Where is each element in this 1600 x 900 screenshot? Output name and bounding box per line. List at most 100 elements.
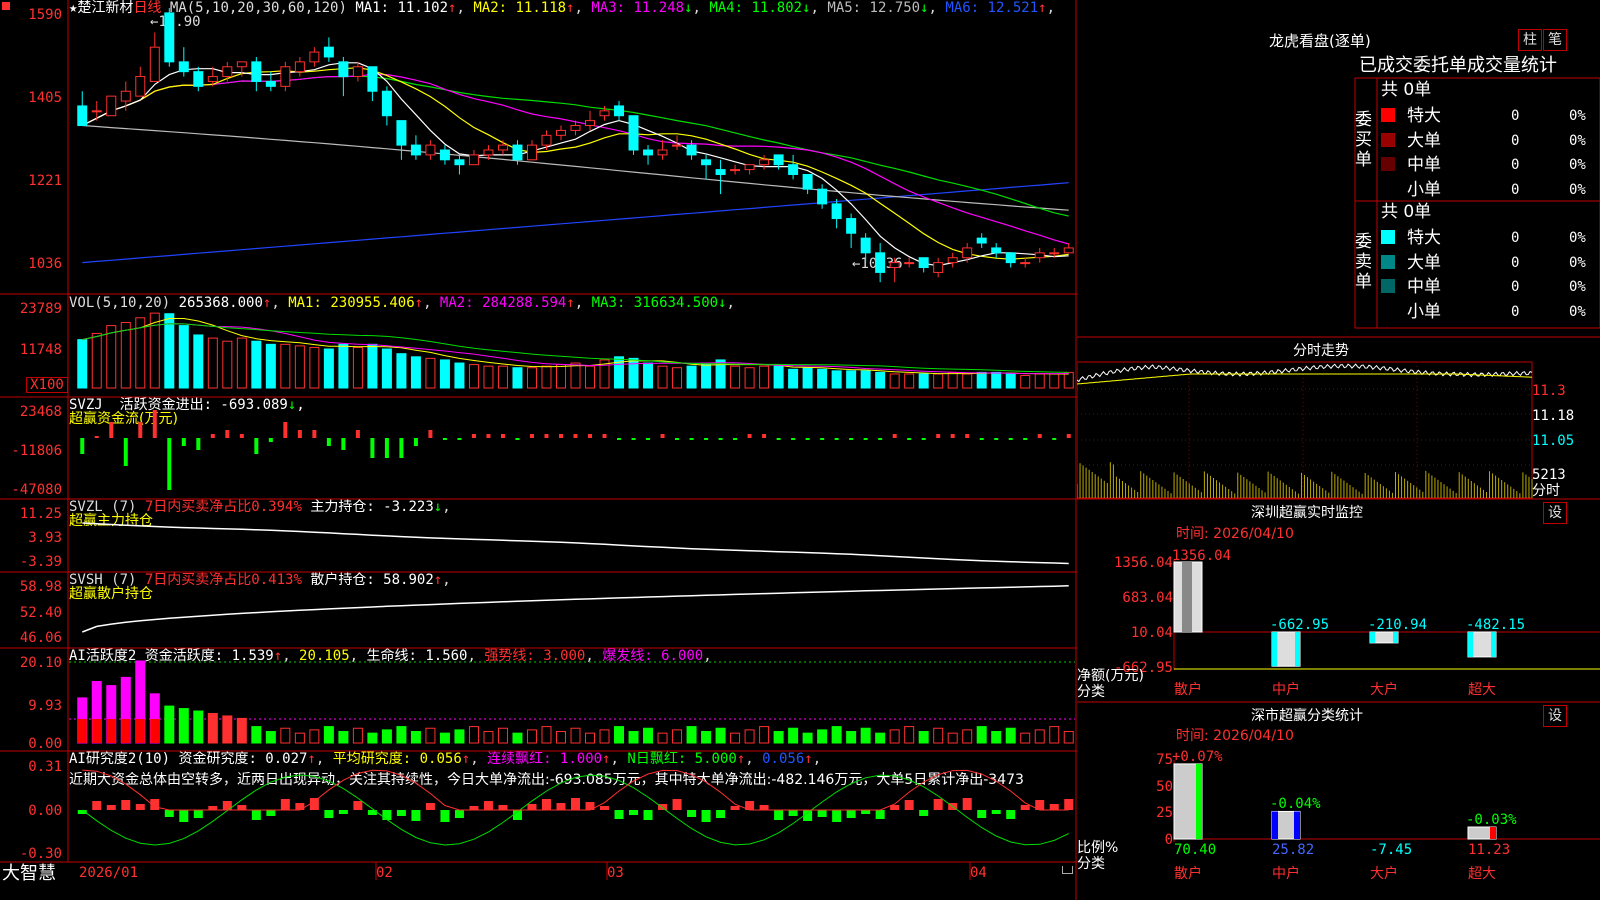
candle-body <box>585 120 596 127</box>
svzj-bar <box>631 438 636 440</box>
svzj-bar <box>544 434 549 438</box>
monitor-bar-edge <box>1491 632 1496 657</box>
ai-research-bar <box>977 810 987 818</box>
ai-active-bar <box>178 708 189 744</box>
ai-research-bar <box>295 803 305 810</box>
ai-research-bar <box>600 806 610 810</box>
volume-bar <box>817 368 828 389</box>
ai-research-bar <box>759 805 769 810</box>
ai-research-bar <box>454 810 464 818</box>
ai-active-bar <box>396 726 407 744</box>
ai-active-bar <box>541 726 552 744</box>
ai-research-bar <box>904 800 914 810</box>
ma3-line <box>82 73 1069 245</box>
svzj-bar <box>1023 438 1028 440</box>
ai-research-bar <box>774 810 784 820</box>
candle-body <box>701 159 712 166</box>
volume-bar <box>570 362 581 389</box>
ai-active-bar <box>367 732 378 744</box>
main-chart-area[interactable]: ★楚江新材日线 MA(5,10,20,30,60,120) MA1: 11.10… <box>0 0 1077 900</box>
candle-body <box>323 46 334 58</box>
candle-body <box>425 144 436 156</box>
candle-body <box>715 169 726 175</box>
candle-body <box>526 144 537 161</box>
fs-price-line <box>1077 363 1533 383</box>
svzj-bar <box>689 438 694 440</box>
svzj-bar <box>196 438 201 450</box>
ai-research-bar <box>614 810 624 819</box>
volume-bar <box>555 364 566 389</box>
ai-research-bar <box>193 810 203 818</box>
ai-active-bar <box>773 731 784 744</box>
volume-bar <box>1049 373 1060 389</box>
ai-active-bar <box>817 729 828 744</box>
ai-research-bar <box>933 799 943 810</box>
ai-active-bar <box>875 732 886 744</box>
svzj-bar <box>486 434 491 438</box>
svzj-bar <box>936 434 941 438</box>
volume-bar <box>730 365 741 389</box>
ai-active-bar <box>338 731 349 744</box>
ai-research-bar <box>324 810 334 818</box>
ai-active-base-bar <box>77 719 87 743</box>
volume-bar <box>962 373 973 389</box>
ai-active-bar <box>788 727 799 744</box>
candle-body <box>744 164 755 171</box>
svzj-bar <box>210 434 215 438</box>
volume-bar <box>468 364 479 389</box>
volume-bar <box>526 367 537 389</box>
svzj-bar <box>907 438 912 440</box>
ai-research-bar <box>353 801 363 810</box>
svzj-bar <box>747 434 752 438</box>
ma1-line <box>82 62 1069 267</box>
volume-bar <box>149 312 160 389</box>
ai-research-bar <box>106 805 116 810</box>
volume-bar <box>236 337 247 389</box>
class-bar-edge <box>1196 763 1202 839</box>
volume-bar <box>788 368 799 389</box>
candle-body <box>410 144 421 156</box>
ai-research-bar <box>266 810 276 816</box>
ai-active-bar <box>860 727 871 744</box>
ai-active-bar <box>730 732 741 744</box>
ai-active-base-bar <box>121 719 131 743</box>
ai-active-bar <box>236 717 247 744</box>
ai-active-bar <box>991 731 1002 744</box>
candle-body <box>643 149 654 156</box>
ai-research-bar <box>382 810 392 820</box>
svzj-bar <box>500 434 505 438</box>
volume-bar <box>1020 375 1031 389</box>
volume-bar <box>889 373 900 389</box>
ai-active-bar <box>410 731 421 744</box>
candle-body <box>991 247 1002 254</box>
ai-active-bar <box>715 727 726 744</box>
volume-bar <box>497 365 508 389</box>
ai-research-bar <box>237 805 247 810</box>
ai-research-bar <box>527 804 537 810</box>
volume-bar <box>454 362 465 389</box>
volume-bar <box>976 371 987 389</box>
svzj-bar <box>834 438 839 440</box>
volume-bar <box>1005 373 1016 389</box>
svzj-bar <box>776 438 781 440</box>
ai-research-bar <box>875 810 885 819</box>
svzj-bar <box>646 438 651 440</box>
svzj-bar <box>123 438 128 466</box>
ai-research-bar <box>861 810 871 814</box>
ai-research-bar <box>208 806 218 810</box>
ai-research-bar <box>251 810 261 820</box>
ai-active-bar <box>483 731 494 744</box>
candle-body <box>265 80 276 87</box>
ai-research-bar <box>919 810 929 816</box>
candle-body <box>555 129 566 136</box>
candle-body <box>512 144 523 161</box>
svzj-bar <box>326 438 331 446</box>
svzj-bar <box>805 438 810 440</box>
svzj-bar <box>138 422 143 438</box>
volume-bar <box>222 340 233 389</box>
ai-active-bar <box>759 726 770 744</box>
svzj-bar <box>167 438 172 490</box>
svzj-bar <box>399 438 404 458</box>
candle-body <box>686 144 697 156</box>
volume-bar <box>294 345 305 389</box>
